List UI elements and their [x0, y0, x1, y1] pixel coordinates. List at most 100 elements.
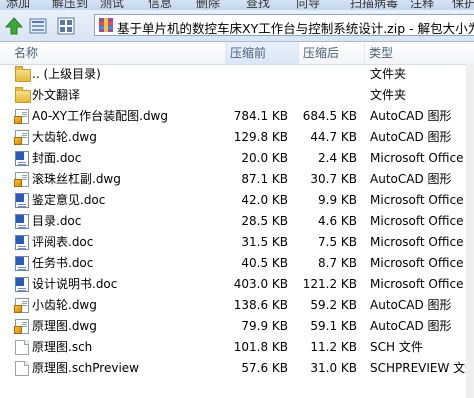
file-type: AutoCAD 图形	[370, 109, 452, 123]
autocad-file-icon	[14, 172, 29, 187]
file-type: AutoCAD 图形	[370, 172, 452, 186]
column-compressed[interactable]: 压缩后	[299, 42, 365, 64]
file-size: 28.5 KB	[241, 214, 288, 228]
file-type: AutoCAD 图形	[370, 319, 452, 333]
column-name[interactable]: 名称	[0, 42, 226, 64]
word-document-icon	[15, 277, 29, 292]
file-type: Microsoft Office	[370, 193, 464, 207]
address-path: 基于单片机的数控车床XY工作台与控制系统设计.zip - 解包大小为	[117, 21, 474, 36]
view-thumbnails-icon[interactable]	[56, 16, 76, 36]
file-name: 封面.doc	[32, 151, 82, 165]
file-size: 31.5 KB	[241, 235, 288, 249]
file-size: 79.9 KB	[241, 319, 288, 333]
file-compressed: 44.7 KB	[310, 130, 357, 144]
generic-file-icon	[15, 361, 29, 376]
file-compressed: 121.2 KB	[302, 277, 357, 291]
file-row[interactable]: 鉴定意见.doc 42.0 KB 9.9 KB Microsoft Office	[0, 190, 474, 211]
file-compressed: 31.0 KB	[310, 361, 357, 375]
file-row[interactable]: A0-XY工作台装配图.dwg 784.1 KB 684.5 KB AutoCA…	[0, 106, 474, 127]
file-row[interactable]: 任务书.doc 40.5 KB 8.7 KB Microsoft Office	[0, 253, 474, 274]
file-name: 滚珠丝杠副.dwg	[32, 172, 121, 186]
autocad-file-icon	[14, 298, 29, 313]
file-row[interactable]: 设计说明书.doc 403.0 KB 121.2 KB Microsoft Of…	[0, 274, 474, 295]
file-name: 原理图.schPreview	[32, 361, 139, 375]
file-name: 目录.doc	[32, 214, 82, 228]
column-type[interactable]: 类型	[365, 42, 474, 64]
file-size: 57.6 KB	[241, 361, 288, 375]
file-type: 文件夹	[370, 67, 407, 81]
file-compressed: 8.7 KB	[318, 256, 357, 270]
file-type: SCH 文件	[370, 340, 423, 354]
file-size: 42.0 KB	[241, 193, 288, 207]
zip-archive-icon	[99, 18, 113, 32]
address-bar[interactable]: 基于单片机的数控车床XY工作台与控制系统设计.zip - 解包大小为	[94, 14, 474, 36]
file-type: SCHPREVIEW 文件	[370, 361, 474, 375]
file-size: 87.1 KB	[241, 172, 288, 186]
file-name: 设计说明书.doc	[32, 277, 118, 291]
word-document-icon	[15, 214, 29, 229]
file-size: 403.0 KB	[233, 277, 288, 291]
file-size: 20.0 KB	[241, 151, 288, 165]
file-row[interactable]: 评阅表.doc 31.5 KB 7.5 KB Microsoft Office	[0, 232, 474, 253]
file-row[interactable]: 小齿轮.dwg 138.6 KB 59.2 KB AutoCAD 图形	[0, 295, 474, 316]
file-compressed: 59.2 KB	[310, 298, 357, 312]
generic-file-icon	[15, 340, 29, 355]
file-compressed	[296, 85, 357, 106]
address-row: 基于单片机的数控车床XY工作台与控制系统设计.zip - 解包大小为	[0, 10, 474, 42]
file-size: 40.5 KB	[241, 256, 288, 270]
file-row[interactable]: 原理图.dwg 79.9 KB 59.1 KB AutoCAD 图形	[0, 316, 474, 337]
word-document-icon	[15, 193, 29, 208]
file-size: 784.1 KB	[233, 109, 288, 123]
file-compressed: 30.7 KB	[310, 172, 357, 186]
column-header: 名称 压缩前 压缩后 类型	[0, 42, 474, 65]
file-row[interactable]: 原理图.schPreview 57.6 KB 31.0 KB SCHPREVIE…	[0, 358, 474, 379]
file-name: 外文翻译	[32, 88, 81, 102]
column-size[interactable]: 压缩前	[226, 42, 299, 64]
file-type: Microsoft Office	[370, 235, 464, 249]
file-name: 原理图.sch	[32, 340, 93, 354]
file-size: 101.8 KB	[233, 340, 288, 354]
file-name: A0-XY工作台装配图.dwg	[32, 109, 168, 123]
file-name: .. (上级目录)	[32, 67, 101, 81]
file-name: 原理图.dwg	[32, 319, 97, 333]
file-type: AutoCAD 图形	[370, 130, 452, 144]
file-name: 任务书.doc	[32, 256, 94, 270]
file-compressed	[296, 64, 357, 85]
file-type: Microsoft Office	[370, 151, 464, 165]
autocad-file-icon	[14, 109, 29, 124]
file-type: Microsoft Office	[370, 256, 464, 270]
file-type: AutoCAD 图形	[370, 298, 452, 312]
word-document-icon	[15, 235, 29, 250]
file-name: 评阅表.doc	[32, 235, 94, 249]
file-row[interactable]: 封面.doc 20.0 KB 2.4 KB Microsoft Office	[0, 148, 474, 169]
file-type: Microsoft Office	[370, 277, 464, 291]
file-compressed: 2.4 KB	[318, 151, 357, 165]
word-document-icon	[15, 151, 29, 166]
folder-icon	[15, 66, 31, 82]
file-compressed: 9.9 KB	[318, 193, 357, 207]
word-document-icon	[15, 256, 29, 271]
file-compressed: 4.6 KB	[318, 214, 357, 228]
file-row[interactable]: .. (上级目录) 文件夹	[0, 64, 474, 85]
vertical-scrollbar[interactable]	[466, 64, 474, 398]
file-compressed: 7.5 KB	[318, 235, 357, 249]
file-size: 129.8 KB	[233, 130, 288, 144]
file-row[interactable]: 滚珠丝杠副.dwg 87.1 KB 30.7 KB AutoCAD 图形	[0, 169, 474, 190]
file-row[interactable]: 目录.doc 28.5 KB 4.6 KB Microsoft Office	[0, 211, 474, 232]
file-name: 大齿轮.dwg	[32, 130, 97, 144]
file-name: 鉴定意见.doc	[32, 193, 106, 207]
file-row[interactable]: 外文翻译 文件夹	[0, 85, 474, 106]
file-size	[230, 85, 288, 106]
file-type: Microsoft Office	[370, 214, 464, 228]
autocad-file-icon	[14, 319, 29, 334]
file-compressed: 684.5 KB	[302, 109, 357, 123]
file-size: 138.6 KB	[233, 298, 288, 312]
file-compressed: 59.1 KB	[310, 319, 357, 333]
folder-icon	[15, 87, 31, 103]
file-type: 文件夹	[370, 88, 407, 102]
up-arrow-icon[interactable]	[4, 16, 24, 36]
view-details-icon[interactable]	[28, 16, 48, 36]
file-row[interactable]: 原理图.sch 101.8 KB 11.2 KB SCH 文件	[0, 337, 474, 358]
file-row[interactable]: 大齿轮.dwg 129.8 KB 44.7 KB AutoCAD 图形	[0, 127, 474, 148]
file-compressed: 11.2 KB	[310, 340, 357, 354]
